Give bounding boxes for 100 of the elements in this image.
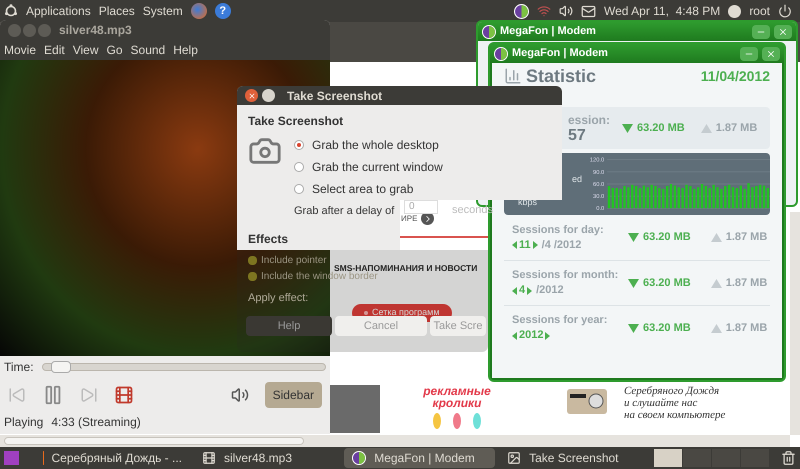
dialog-button[interactable]: Help bbox=[246, 316, 332, 336]
globe-icon bbox=[494, 46, 508, 60]
logo-text: кролики bbox=[432, 397, 482, 409]
caret-left-icon[interactable] bbox=[512, 286, 517, 294]
window-control-icon[interactable] bbox=[38, 24, 51, 36]
window-title: Take Screenshot bbox=[287, 88, 382, 104]
next-track-icon[interactable] bbox=[80, 386, 98, 404]
download-arrow-icon bbox=[628, 233, 639, 242]
menu-item[interactable]: View bbox=[72, 41, 98, 59]
download-amount: 63.20 MB bbox=[643, 276, 691, 291]
apply-effect-label: Apply effect: bbox=[248, 291, 308, 306]
stream-position: 4:33 (Streaming) bbox=[51, 414, 141, 431]
download-arrow-icon bbox=[628, 324, 639, 332]
workspace-switcher[interactable] bbox=[654, 449, 770, 467]
promo-text: и слушайте нас bbox=[624, 397, 698, 409]
period-label: Sessions for year: bbox=[512, 313, 608, 328]
window-title: MegaFon | Modem bbox=[512, 46, 608, 62]
statistic-icon bbox=[504, 67, 522, 85]
power-icon[interactable] bbox=[778, 4, 792, 18]
fullscreen-icon[interactable] bbox=[114, 385, 134, 405]
logo-icon[interactable] bbox=[4, 4, 18, 18]
wifi-icon[interactable] bbox=[537, 4, 552, 18]
upload-arrow-icon bbox=[710, 324, 722, 332]
partial-text: ИРЕ bbox=[401, 212, 418, 224]
panel-menu[interactable]: System bbox=[142, 2, 183, 20]
caret-right-icon[interactable] bbox=[527, 286, 532, 294]
menu-item[interactable]: Movie bbox=[4, 41, 36, 59]
status-text: Playing bbox=[4, 414, 44, 431]
window-title: silver48.mp3 bbox=[59, 22, 132, 39]
section-heading: Take Screenshot bbox=[248, 113, 344, 130]
mail-icon[interactable] bbox=[581, 4, 596, 18]
news-heading: SMS-НАПОМИНАНИЯ И НОВОСТИ bbox=[334, 262, 478, 273]
radio-button[interactable] bbox=[294, 184, 304, 194]
radio-button[interactable] bbox=[294, 140, 304, 150]
statistic-heading: Statistic bbox=[526, 66, 596, 86]
bunny-ears-drawing bbox=[433, 413, 481, 429]
menu-item[interactable]: Edit bbox=[44, 41, 65, 59]
taskbar-item[interactable]: silver48.mp3 bbox=[194, 448, 340, 468]
clock[interactable]: Wed Apr 11, 4:48 PM bbox=[604, 2, 720, 20]
taskbar-item[interactable]: Серебряный Дождь - ... bbox=[34, 448, 190, 468]
radio-option[interactable]: Grab the current window bbox=[294, 156, 443, 178]
promo-text: на своем компьютере bbox=[624, 409, 726, 421]
volume-icon[interactable] bbox=[559, 4, 574, 18]
window-title: MegaFon | Modem bbox=[500, 24, 596, 40]
horizontal-scrollbar[interactable] bbox=[0, 435, 790, 447]
close-button[interactable] bbox=[245, 89, 258, 102]
picture-icon bbox=[507, 451, 522, 465]
globe-icon bbox=[482, 24, 496, 38]
menu-item[interactable]: Sound bbox=[130, 41, 166, 59]
minimize-button[interactable] bbox=[262, 89, 275, 102]
section-heading: Effects bbox=[248, 231, 290, 248]
date-suffix: /4 /2012 bbox=[542, 238, 582, 252]
upload-arrow-icon bbox=[710, 233, 722, 242]
upload-amount: 1.87 MB bbox=[716, 120, 758, 136]
user-name[interactable]: root bbox=[749, 2, 770, 20]
upload-arrow-icon bbox=[710, 278, 722, 288]
caret-left-icon[interactable] bbox=[512, 332, 517, 340]
photo-placeholder bbox=[330, 385, 380, 433]
chart-label: ed bbox=[572, 173, 582, 186]
menu-item[interactable]: Go bbox=[106, 41, 123, 59]
period-label: Sessions for month: bbox=[512, 268, 616, 283]
help-launcher[interactable]: ? bbox=[214, 3, 231, 19]
close-icon bbox=[248, 92, 256, 100]
menu-item[interactable]: Help bbox=[173, 41, 198, 59]
taskbar-item[interactable]: MegaFon | Modem bbox=[344, 448, 496, 468]
sidebar-button[interactable]: Sidebar bbox=[264, 382, 322, 408]
upload-arrow-icon bbox=[700, 124, 712, 132]
close-icon bbox=[766, 48, 776, 58]
previous-icon[interactable] bbox=[8, 386, 26, 404]
browser-launcher-icon[interactable] bbox=[190, 3, 207, 19]
panel-menu[interactable]: Applications bbox=[26, 2, 91, 20]
close-icon bbox=[778, 26, 788, 36]
date-text: 11/04/2012 bbox=[700, 66, 770, 86]
seek-track[interactable] bbox=[42, 363, 326, 371]
radio-button[interactable] bbox=[294, 162, 304, 172]
radio-option[interactable]: Select area to grab bbox=[294, 178, 443, 200]
seek-thumb[interactable] bbox=[51, 361, 72, 373]
time-label: Time: bbox=[4, 359, 34, 376]
logo-text: рекламные bbox=[423, 385, 491, 397]
trash-icon[interactable] bbox=[781, 450, 796, 466]
download-arrow-icon bbox=[622, 124, 633, 132]
checkbox-option[interactable]: Include pointer bbox=[248, 252, 327, 268]
taskbar-item[interactable]: Take Screenshot bbox=[499, 448, 650, 468]
panel-menu[interactable]: Places bbox=[98, 2, 135, 20]
volume-icon[interactable] bbox=[230, 386, 249, 404]
vertical-scrollbar[interactable] bbox=[790, 212, 800, 435]
window-control-icon[interactable] bbox=[23, 24, 36, 36]
radio-option[interactable]: Grab the whole desktop bbox=[294, 134, 443, 156]
period-label: Sessions for day: bbox=[512, 222, 605, 238]
caret-right-icon[interactable] bbox=[545, 332, 550, 340]
date-suffix: /2012 bbox=[536, 283, 564, 298]
download-amount: 63.20 MB bbox=[637, 120, 685, 136]
download-amount: 63.20 MB bbox=[643, 230, 691, 246]
window-control-icon[interactable] bbox=[8, 24, 21, 36]
caret-right-icon[interactable] bbox=[532, 241, 538, 249]
delay-label: Grab after a delay of bbox=[294, 204, 396, 219]
upload-amount: 1.87 MB bbox=[726, 230, 768, 246]
user-status-icon bbox=[728, 4, 742, 18]
caret-left-icon[interactable] bbox=[512, 241, 517, 249]
promo-text: Серебряного Дождя bbox=[624, 385, 720, 397]
